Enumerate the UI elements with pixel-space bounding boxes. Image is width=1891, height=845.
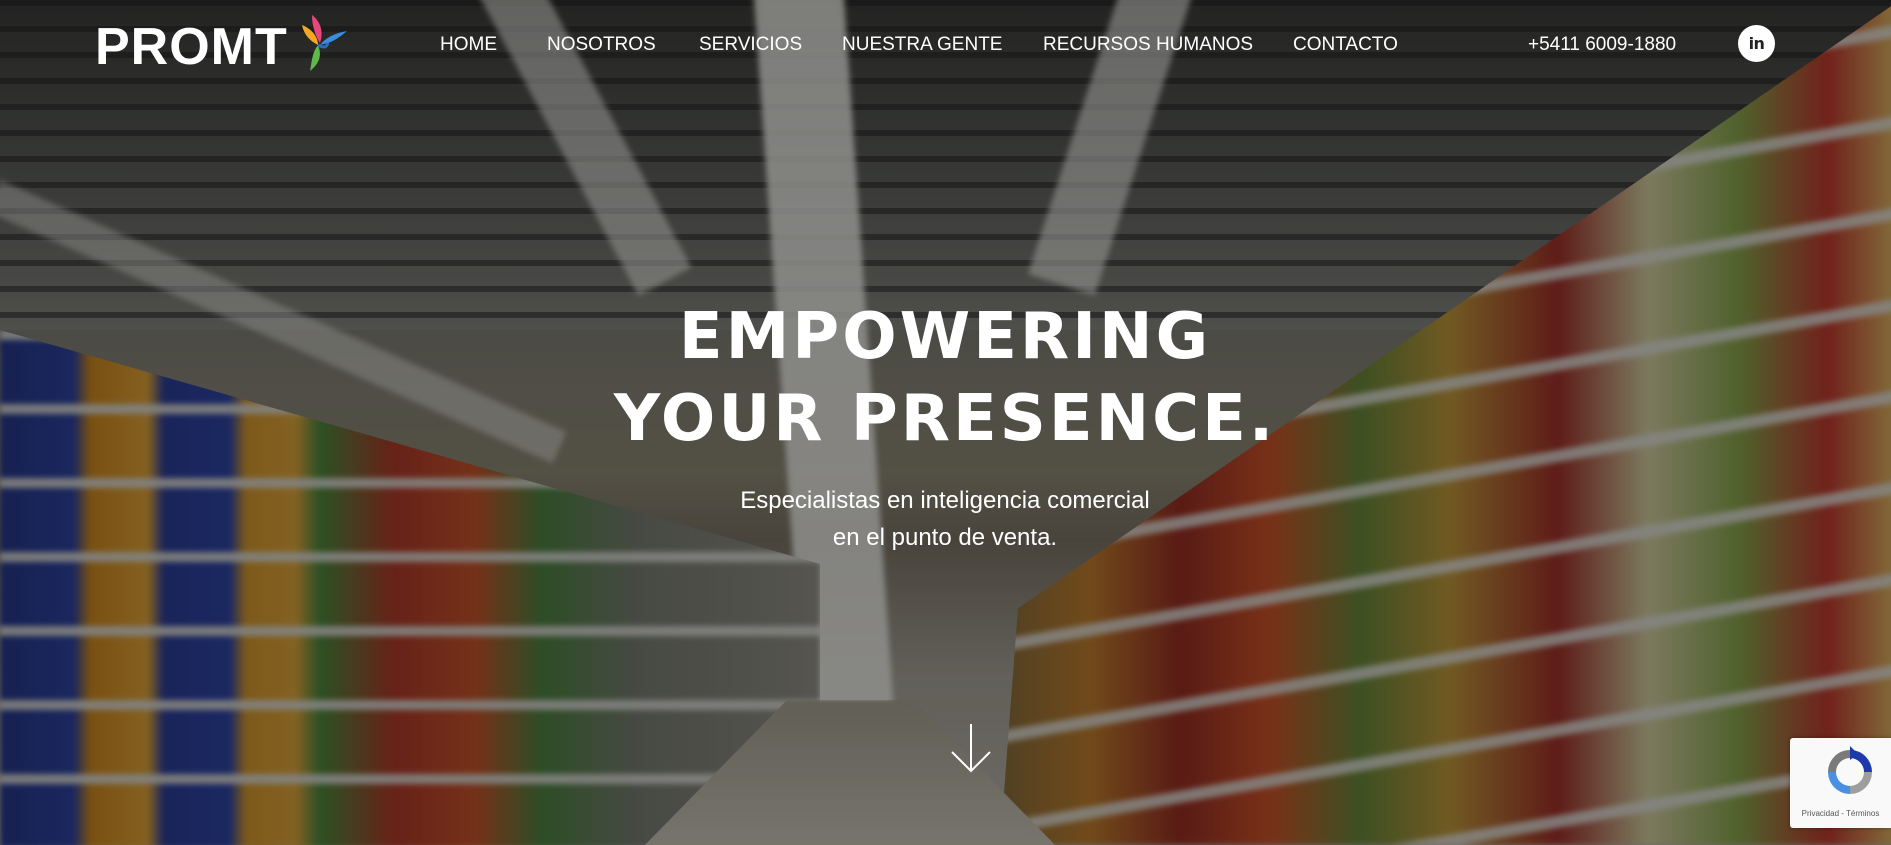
phone-link[interactable]: +5411 6009-1880 <box>1528 30 1676 60</box>
hero-headline: EMPOWERING YOUR PRESENCE. <box>545 296 1345 460</box>
nav-item-nuestra-gente[interactable]: NUESTRA GENTE <box>842 30 1043 60</box>
hero-subtitle: Especialistas en inteligencia comercial … <box>645 482 1245 556</box>
recaptcha-links[interactable]: Privacidad - Términos <box>1790 809 1891 818</box>
linkedin-icon: in <box>1748 34 1765 53</box>
site-header: PROMT HOME NOSOTROS SERVICIOS NUESTRA GE… <box>0 0 1891 90</box>
hero-subtitle-line-1: Especialistas en inteligencia comercial <box>740 487 1150 514</box>
linkedin-button[interactable]: in <box>1738 25 1775 62</box>
main-nav: HOME NOSOTROS SERVICIOS NUESTRA GENTE RE… <box>440 30 1413 60</box>
scroll-down-button[interactable] <box>950 722 992 774</box>
arrow-down-icon <box>951 724 991 773</box>
recaptcha-badge[interactable]: Privacidad - Términos <box>1790 738 1891 828</box>
brand-logo[interactable]: PROMT <box>95 12 365 82</box>
hero-headline-line-1: EMPOWERING <box>678 300 1212 374</box>
nav-item-home[interactable]: HOME <box>440 30 547 60</box>
hero-subtitle-line-2: en el punto de venta. <box>832 524 1058 551</box>
brand-name: PROMT <box>95 18 288 76</box>
hummingbird-icon <box>301 15 347 71</box>
nav-item-nosotros[interactable]: NOSOTROS <box>547 30 699 60</box>
recaptcha-icon <box>1828 746 1872 794</box>
hero-headline-line-2: YOUR PRESENCE. <box>613 382 1277 456</box>
nav-item-contacto[interactable]: CONTACTO <box>1293 30 1413 60</box>
nav-item-recursos-humanos[interactable]: RECURSOS HUMANOS <box>1043 30 1293 60</box>
nav-item-servicios[interactable]: SERVICIOS <box>699 30 842 60</box>
